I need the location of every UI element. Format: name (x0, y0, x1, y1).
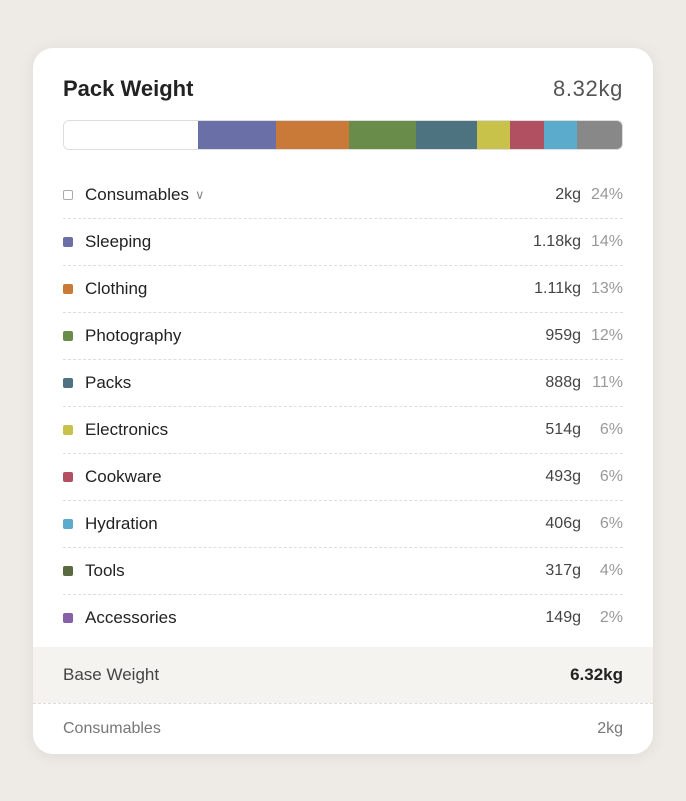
bar-segment (198, 121, 276, 149)
category-percent: 4% (581, 562, 623, 580)
category-color-dot (63, 519, 73, 529)
category-weight: 888g (511, 374, 581, 392)
category-name: Tools (85, 561, 511, 581)
chevron-down-icon: ∨ (195, 187, 205, 203)
category-weight: 149g (511, 609, 581, 627)
category-name: Cookware (85, 467, 511, 487)
category-percent: 6% (581, 421, 623, 439)
category-color-dot (63, 378, 73, 388)
category-color-dot (63, 613, 73, 623)
category-percent: 24% (581, 186, 623, 204)
category-weight: 2kg (511, 186, 581, 204)
category-list: Consumables∨2kg24%Sleeping1.18kg14%Cloth… (63, 172, 623, 641)
list-item: Sleeping1.18kg14% (63, 219, 623, 266)
list-item: Electronics514g6% (63, 407, 623, 454)
bar-segment (64, 121, 198, 149)
category-percent: 12% (581, 327, 623, 345)
category-weight: 514g (511, 421, 581, 439)
category-color-dot (63, 237, 73, 247)
consumables-footer: Consumables 2kg (33, 703, 653, 754)
pack-weight-card: Pack Weight 8.32kg Consumables∨2kg24%Sle… (33, 48, 653, 754)
list-item[interactable]: Consumables∨2kg24% (63, 172, 623, 219)
category-weight: 317g (511, 562, 581, 580)
bar-segment (416, 121, 477, 149)
card-title: Pack Weight (63, 76, 193, 102)
bar-segment (477, 121, 510, 149)
base-weight-label: Base Weight (63, 665, 159, 685)
category-percent: 11% (581, 374, 623, 392)
category-name: Photography (85, 326, 511, 346)
consumables-footer-label: Consumables (63, 720, 161, 738)
category-weight: 1.11kg (511, 280, 581, 298)
list-item: Packs888g11% (63, 360, 623, 407)
category-percent: 13% (581, 280, 623, 298)
category-weight: 959g (511, 327, 581, 345)
list-item: Accessories149g2% (63, 595, 623, 641)
category-weight: 406g (511, 515, 581, 533)
bar-segment (349, 121, 416, 149)
category-percent: 2% (581, 609, 623, 627)
category-name: Accessories (85, 608, 511, 628)
bar-segment (544, 121, 577, 149)
category-name: Electronics (85, 420, 511, 440)
list-item: Hydration406g6% (63, 501, 623, 548)
category-color-dot (63, 331, 73, 341)
category-percent: 14% (581, 233, 623, 251)
bar-segment (276, 121, 349, 149)
card-header: Pack Weight 8.32kg (63, 76, 623, 102)
category-percent: 6% (581, 468, 623, 486)
consumables-footer-value: 2kg (597, 720, 623, 738)
bar-segment (510, 121, 543, 149)
total-weight: 8.32kg (553, 76, 623, 102)
list-item: Tools317g4% (63, 548, 623, 595)
category-name: Consumables∨ (85, 185, 511, 205)
category-color-dot (63, 284, 73, 294)
category-color-dot (63, 472, 73, 482)
bar-segment (577, 121, 622, 149)
category-color-dot (63, 425, 73, 435)
base-weight-footer: Base Weight 6.32kg (33, 647, 653, 703)
category-name: Sleeping (85, 232, 511, 252)
list-item: Clothing1.11kg13% (63, 266, 623, 313)
category-name: Clothing (85, 279, 511, 299)
list-item: Cookware493g6% (63, 454, 623, 501)
category-color-dot (63, 566, 73, 576)
stacked-bar-chart (63, 120, 623, 150)
category-color-dot (63, 190, 73, 200)
category-weight: 493g (511, 468, 581, 486)
category-percent: 6% (581, 515, 623, 533)
base-weight-value: 6.32kg (570, 665, 623, 685)
category-name: Hydration (85, 514, 511, 534)
category-name: Packs (85, 373, 511, 393)
list-item: Photography959g12% (63, 313, 623, 360)
category-weight: 1.18kg (511, 233, 581, 251)
